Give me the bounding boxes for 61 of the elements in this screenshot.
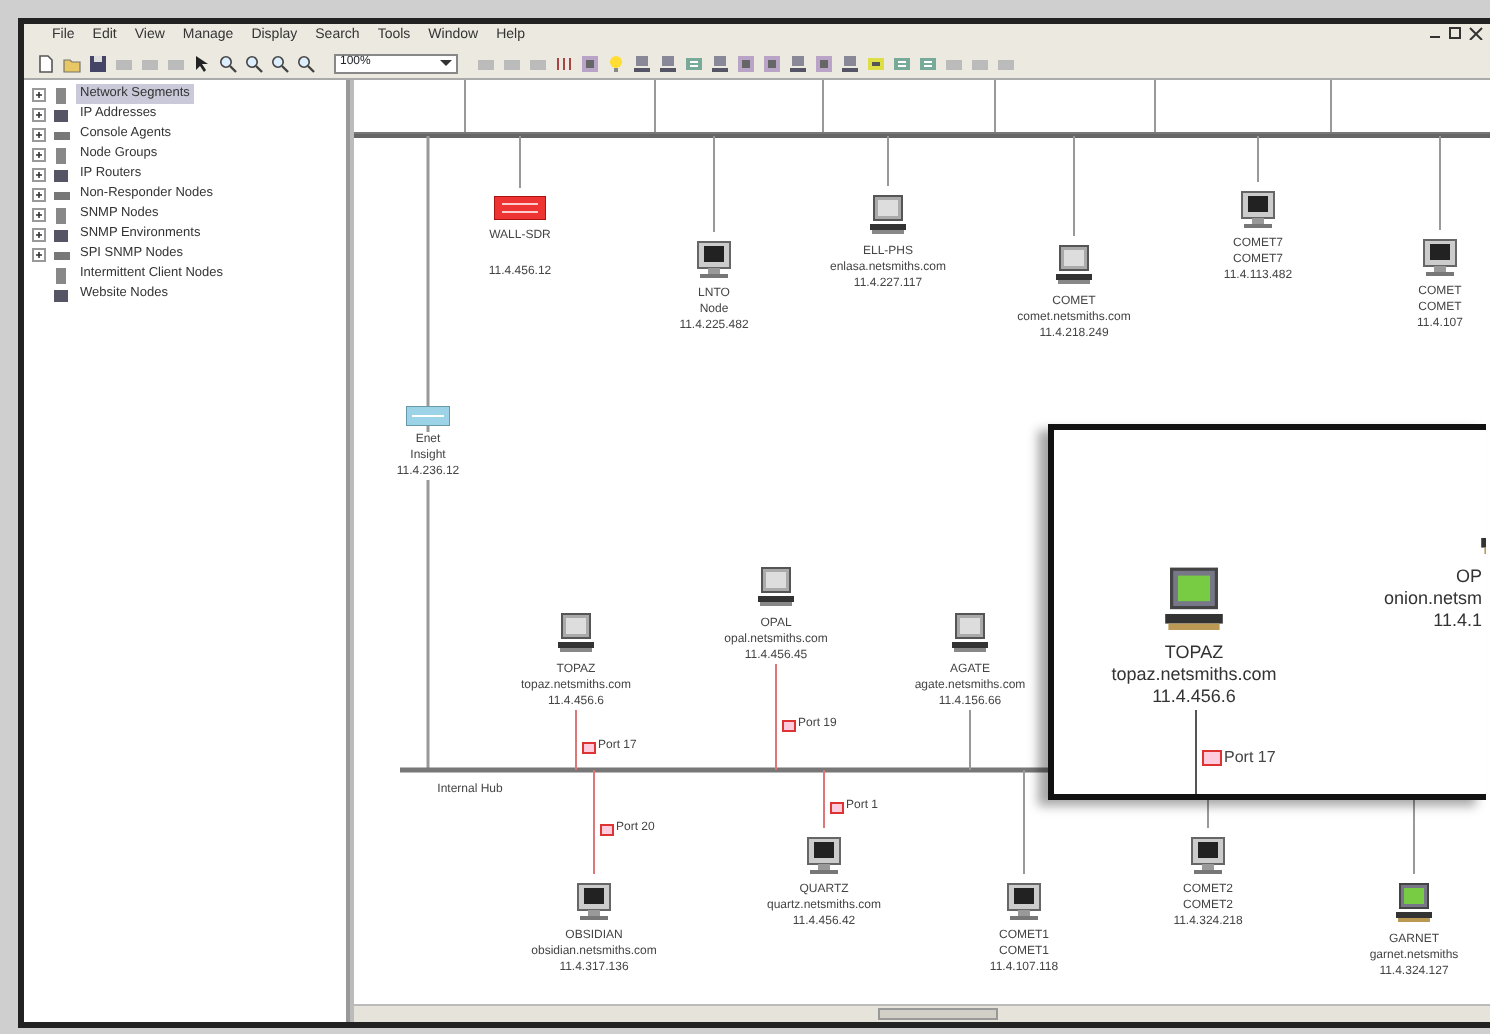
expand-icon[interactable] [32,107,46,121]
router-icon [494,196,546,220]
computer-icon[interactable] [658,53,678,73]
expand-icon[interactable] [32,187,46,201]
computer-icon[interactable] [632,53,652,73]
expand-icon[interactable] [32,227,46,241]
computer-icon [696,240,732,280]
port-icon [1202,750,1222,766]
computer-icon[interactable] [710,53,730,73]
port-icon [582,741,596,753]
computer-icon[interactable] [840,53,860,73]
computer-icon [1006,882,1042,922]
grid-icon[interactable] [918,53,938,73]
magnifier-icon[interactable] [270,53,290,73]
port-label: Port 17 [1224,746,1276,770]
expand-icon[interactable] [32,127,46,141]
port-icon [830,801,844,813]
computer-icon [1190,836,1226,876]
bulb-icon[interactable] [606,53,626,73]
node-label: 11.4.1 [1433,610,1482,632]
grid-icon[interactable] [684,53,704,73]
close-icon[interactable] [1468,26,1484,40]
link-line [1194,710,1198,794]
scroll-thumb[interactable] [878,1008,998,1020]
page-icon[interactable] [36,53,56,73]
monitor-icon[interactable] [866,53,886,73]
node-label: 11.4.456.6 [1152,686,1236,708]
computer-icon [576,882,612,922]
expand-icon[interactable] [32,207,46,221]
magnifier-icon[interactable] [218,53,238,73]
computer-icon[interactable] [788,53,808,73]
port-icon [600,823,614,835]
hub-icon [406,406,450,426]
computer-icon [1394,882,1434,926]
expand-icon[interactable] [32,147,46,161]
maximize-icon[interactable] [1448,26,1464,40]
computer-icon [556,612,596,656]
horizontal-scrollbar[interactable] [354,1004,1490,1022]
computer-icon [868,194,908,238]
node-label: onion.netsm [1383,588,1482,610]
expand-icon[interactable] [32,87,46,101]
magnifier-icon[interactable] [296,53,316,73]
computer-icon [1240,190,1276,230]
dropdown-arrow-icon[interactable] [440,58,452,68]
grid-icon[interactable] [892,53,912,73]
computer-icon [806,836,842,876]
pointer-icon[interactable] [192,53,212,73]
port-icon [782,719,796,731]
expand-icon[interactable] [32,167,46,181]
expand-icon[interactable] [32,247,46,261]
node-label: topaz.netsmiths.com [1111,664,1277,686]
computer-icon [1054,244,1094,288]
node-label: TOPAZ [1164,642,1224,664]
panel-icon[interactable] [814,53,834,73]
computer-icon [1422,238,1458,278]
magnifier-icon[interactable] [244,53,264,73]
bars-icon[interactable] [554,53,574,73]
panel-icon[interactable] [580,53,600,73]
node-label: OP [1455,566,1482,588]
computer-icon [756,566,796,610]
computer-icon [950,612,990,656]
